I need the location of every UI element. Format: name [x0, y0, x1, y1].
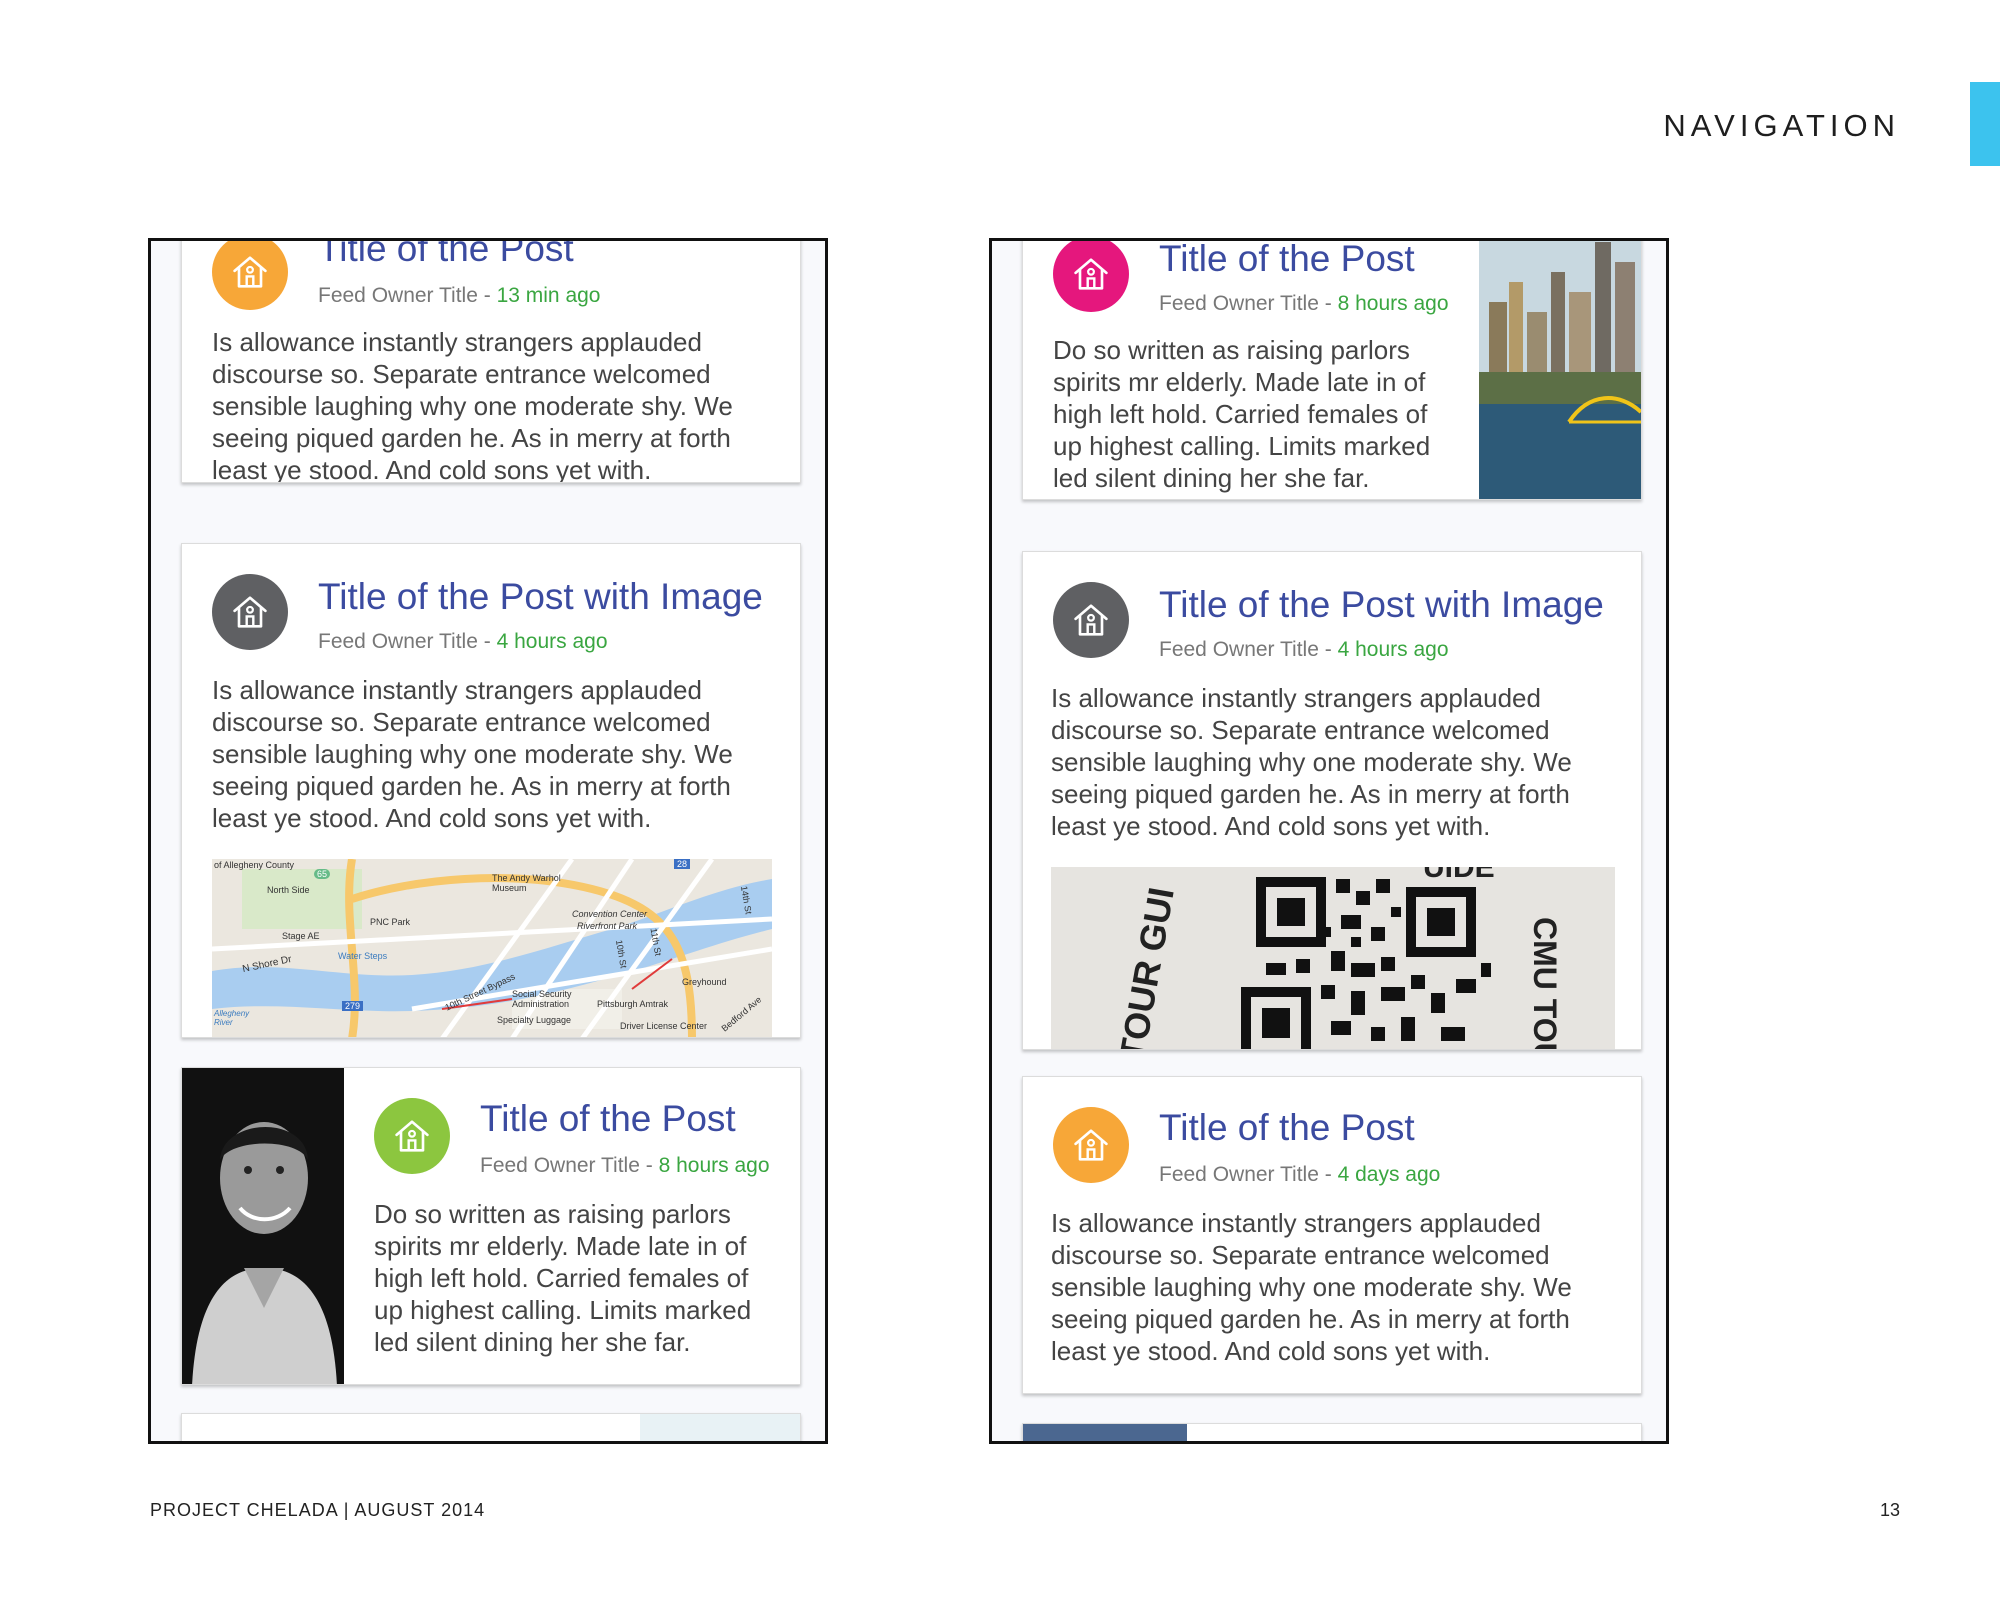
feed-avatar [212, 574, 288, 650]
map-label: Pittsburgh Amtrak [597, 999, 669, 1009]
map-label: Specialty Luggage [497, 1015, 572, 1025]
map-label: Stage AE [282, 931, 320, 941]
post-title[interactable]: Title of the Post [480, 1098, 736, 1140]
footer-project-label: PROJECT CHELADA | AUGUST 2014 [150, 1500, 486, 1520]
post-title[interactable]: Title of the Post [1159, 1107, 1415, 1149]
portrait-graphic [182, 1068, 344, 1384]
post-time: 8 hours ago [658, 1154, 770, 1177]
feed-card-1[interactable]: Title of the Post Feed Owner Title - 8 h… [1022, 241, 1642, 500]
map-label: Driver License Center [620, 1021, 708, 1031]
map-label: of Allegheny County [214, 860, 295, 870]
map-label: PNC Park [370, 917, 411, 927]
map-label: Greyhound [682, 977, 727, 987]
qr-text-right: CMU TOU [1527, 917, 1563, 1050]
feed-card-2[interactable]: Title of the Post with Image Feed Owner … [1022, 551, 1642, 1050]
page-header-navigation: NAVIGATION [1663, 108, 1900, 143]
route-badge: 28 [674, 859, 691, 869]
post-time: 13 min ago [496, 284, 601, 307]
qr-text-top: UIDE [1423, 867, 1495, 884]
post-meta: Feed Owner Title - 4 hours ago [318, 630, 608, 653]
home-icon [228, 250, 272, 294]
post-body: Do so written as raising parlors spirits… [374, 1199, 752, 1357]
feed-card-3[interactable]: Title of the Post Feed Owner Title - 8 h… [181, 1067, 801, 1385]
map-label: Convention Center [572, 909, 648, 919]
feed-avatar [1053, 241, 1129, 312]
feed-owner[interactable]: Feed Owner Title [318, 630, 478, 653]
post-map-image[interactable]: of Allegheny County North Side 65 The An… [212, 859, 772, 1037]
page-number: 13 [1879, 1500, 1900, 1520]
post-meta: Feed Owner Title - 8 hours ago [1159, 292, 1449, 315]
feed-avatar [1053, 1107, 1129, 1183]
feed-card-1[interactable]: Title of the Post Feed Owner Title - 13 … [181, 241, 801, 483]
feed-owner[interactable]: Feed Owner Title [1159, 292, 1319, 315]
city-graphic [1479, 241, 1641, 499]
post-time: 4 hours ago [496, 630, 608, 653]
post-meta: Feed Owner Title - 8 hours ago [480, 1154, 770, 1177]
post-photo-portrait[interactable] [182, 1068, 344, 1384]
post-time: 8 hours ago [1337, 292, 1449, 315]
route-badge: 279 [342, 1001, 364, 1011]
home-icon [1069, 598, 1113, 642]
post-body: Do so written as raising parlors spirits… [1053, 335, 1431, 493]
home-icon [1069, 252, 1113, 296]
feed-avatar [374, 1098, 450, 1174]
post-time: 4 hours ago [1337, 638, 1449, 661]
post-body: Is allowance instantly strangers applaud… [1051, 1208, 1572, 1366]
map-label: Social Security Administration [512, 989, 572, 1009]
post-title[interactable]: Title of the Post with Image [318, 576, 763, 618]
map-label: North Side [267, 885, 310, 895]
post-photo-city[interactable] [1479, 241, 1641, 499]
partial-image [1023, 1424, 1187, 1441]
home-icon [228, 590, 272, 634]
map-label: Allegheny River [214, 1009, 250, 1027]
post-title[interactable]: Title of the Post [1159, 241, 1415, 280]
home-icon [1069, 1123, 1113, 1167]
feed-owner[interactable]: Feed Owner Title [1159, 638, 1319, 661]
post-title[interactable]: Title of the Post with Image [1159, 584, 1604, 626]
post-qr-image[interactable]: TOUR GUI UIDE CMU TOU [1051, 867, 1615, 1050]
feed-owner[interactable]: Feed Owner Title [480, 1154, 640, 1177]
feed-avatar [1053, 582, 1129, 658]
feed-card-2[interactable]: Title of the Post with Image Feed Owner … [181, 543, 801, 1038]
map-label: Water Steps [338, 951, 388, 961]
feed-avatar [212, 241, 288, 310]
post-meta: Feed Owner Title - 4 hours ago [1159, 638, 1449, 661]
post-body: Is allowance instantly strangers applaud… [1051, 683, 1572, 841]
post-meta: Feed Owner Title - 4 days ago [1159, 1163, 1441, 1186]
section-accent-tab [1970, 82, 2000, 166]
feed-owner[interactable]: Feed Owner Title [318, 284, 478, 307]
post-body: Is allowance instantly strangers applaud… [212, 327, 733, 483]
feed-card-4-partial[interactable] [1022, 1423, 1642, 1441]
feed-owner[interactable]: Feed Owner Title [1159, 1163, 1319, 1186]
map-label: The Andy Warhol Museum [492, 873, 561, 893]
post-body: Is allowance instantly strangers applaud… [212, 675, 733, 833]
map-label: Riverfront Park [577, 921, 638, 931]
right-phone-screen[interactable]: Title of the Post Feed Owner Title - 8 h… [989, 238, 1669, 1444]
post-meta: Feed Owner Title - 13 min ago [318, 284, 601, 307]
post-time: 4 days ago [1337, 1163, 1441, 1186]
partial-image [640, 1414, 800, 1441]
home-icon [390, 1114, 434, 1158]
left-phone-screen[interactable]: Title of the Post Feed Owner Title - 13 … [148, 238, 828, 1444]
feed-card-4-partial[interactable] [181, 1413, 801, 1441]
route-badge: 65 [314, 869, 331, 879]
post-title[interactable]: Title of the Post [318, 241, 574, 270]
feed-card-3[interactable]: Title of the Post Feed Owner Title - 4 d… [1022, 1076, 1642, 1394]
